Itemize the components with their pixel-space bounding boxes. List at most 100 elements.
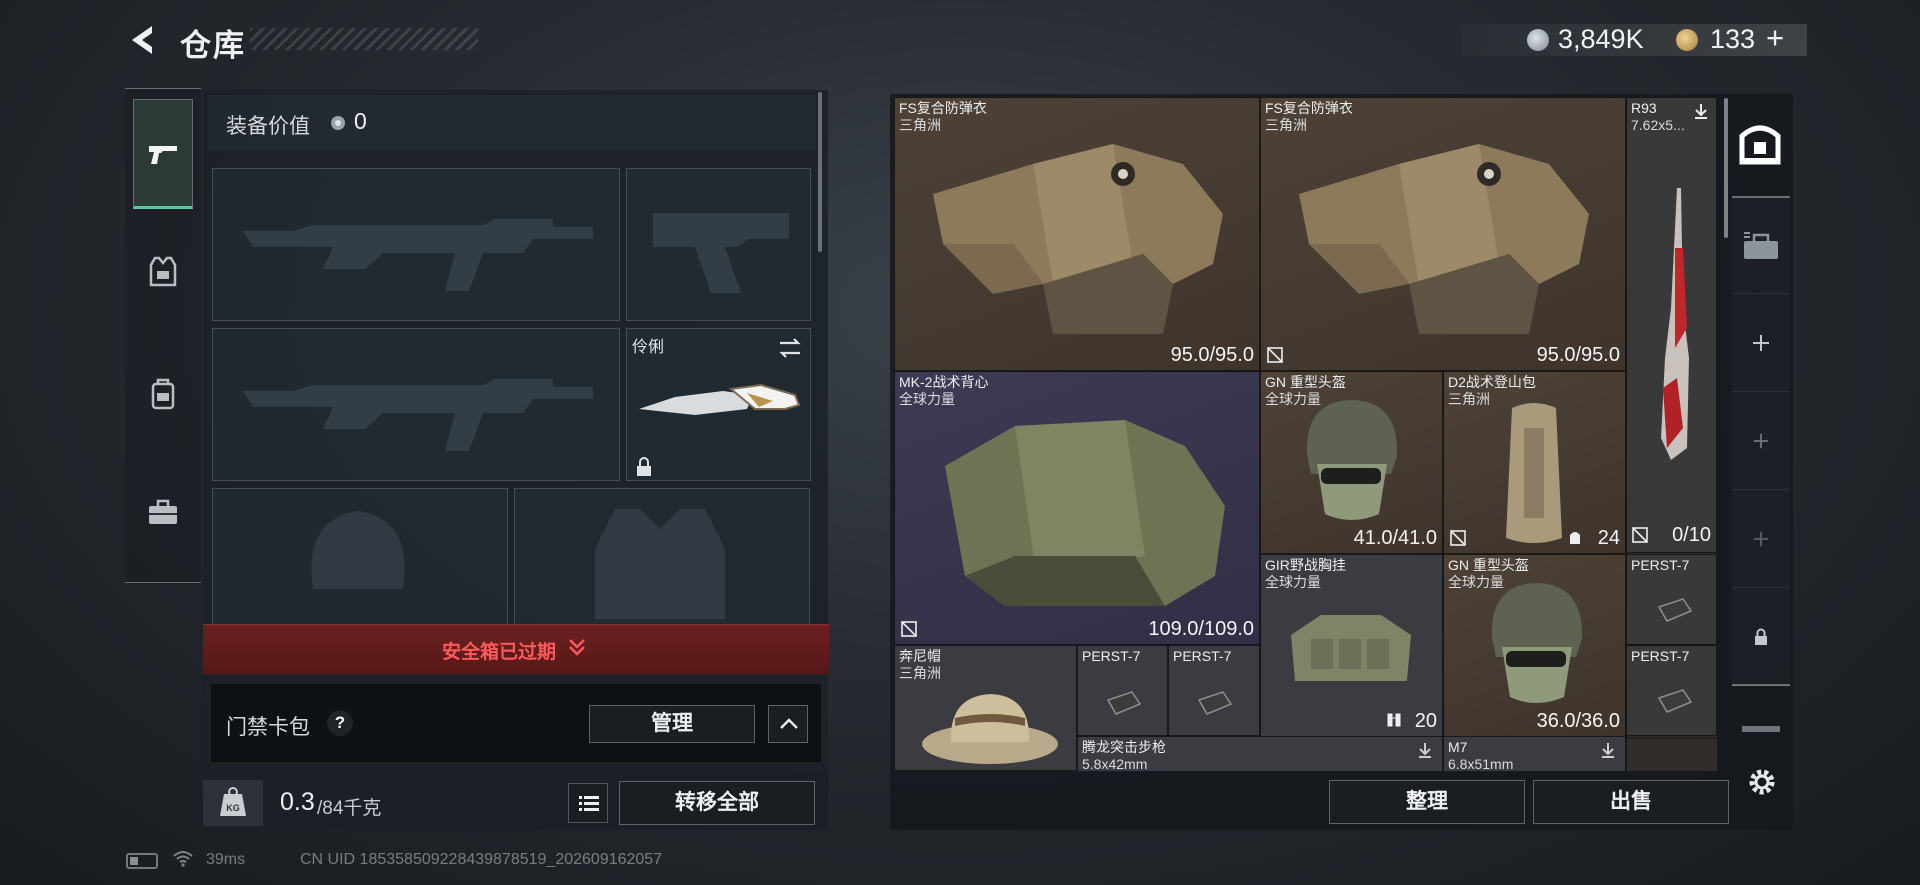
stash-item[interactable]: PERST-7	[1077, 645, 1168, 736]
stash-scrollbar[interactable]	[1724, 98, 1728, 238]
ammo-box-icon	[1657, 598, 1693, 622]
item-name: M7	[1448, 739, 1468, 755]
helmet-icon	[1306, 400, 1398, 520]
item-caliber: 6.8x51mm	[1448, 756, 1514, 771]
wifi-icon	[173, 851, 193, 867]
tab-weapons[interactable]	[133, 99, 193, 209]
helmet-silhouette-icon	[311, 511, 405, 589]
stash-grid: FS复合防弹衣 三角洲 95.0/95.0 FS复合防弹衣 三角洲 95.0/9…	[894, 97, 1717, 771]
item-name: GN 重型头盔	[1265, 374, 1346, 390]
stash-item[interactable]: M7 6.8x51mm	[1443, 736, 1626, 771]
tab-tools[interactable]	[133, 457, 193, 567]
stash-tab-main[interactable]	[1732, 112, 1788, 184]
download-icon[interactable]	[1416, 741, 1434, 759]
weight-current: 0.3	[280, 788, 315, 816]
vest-silhouette-icon	[595, 509, 725, 619]
back-button[interactable]	[126, 22, 160, 58]
item-name: FS复合防弹衣	[1265, 100, 1353, 116]
manage-button[interactable]: 管理	[589, 705, 755, 743]
helmet-icon	[1491, 583, 1583, 703]
sniper-rifle-icon	[1661, 188, 1689, 460]
boonie-hat-icon	[922, 694, 1058, 764]
sell-button[interactable]: 出售	[1533, 780, 1729, 824]
equipment-value-amount: 0	[354, 108, 367, 134]
rifle-silhouette-icon	[243, 379, 593, 451]
stash-item[interactable]: PERST-7	[1626, 645, 1717, 736]
plus-icon	[1753, 334, 1769, 351]
silver-amount: 3,849K	[1558, 24, 1644, 54]
expand-button[interactable]	[768, 705, 808, 743]
help-button[interactable]: ?	[327, 710, 353, 736]
stash-item[interactable]: GN 重型头盔 全球力量 41.0/41.0	[1260, 371, 1443, 554]
expand-icon[interactable]	[1740, 722, 1782, 736]
lock-icon	[637, 457, 651, 476]
sort-button[interactable]: 整理	[1329, 780, 1525, 824]
ammo-box-icon	[1657, 689, 1693, 713]
stash-item[interactable]: GN 重型头盔 全球力量 36.0/36.0	[1443, 554, 1626, 737]
item-name: PERST-7	[1173, 648, 1232, 664]
rifle-silhouette-icon	[243, 219, 593, 291]
category-rail	[125, 88, 201, 583]
add-gold-button[interactable]: +	[1766, 20, 1784, 56]
stash-tab-case[interactable]	[1732, 196, 1790, 294]
item-durability: 41.0/41.0	[1353, 527, 1437, 549]
back-arrow-icon	[132, 26, 152, 54]
tab-armor[interactable]	[133, 217, 193, 327]
item-durability: 95.0/95.0	[1170, 344, 1254, 366]
primary-weapon-slot[interactable]	[212, 168, 620, 321]
add-stash-tab-button[interactable]	[1732, 490, 1790, 588]
weight-icon-box: KG	[203, 780, 263, 826]
transfer-all-button[interactable]: 转移全部	[619, 781, 815, 825]
list-icon	[579, 796, 599, 811]
stash-item[interactable]: 腾龙突击步枪 5.8x42mm	[1077, 736, 1443, 771]
plus-icon	[1753, 433, 1769, 448]
add-stash-tab-button[interactable]	[1732, 392, 1790, 490]
stash-item[interactable]: PERST-7	[1168, 645, 1260, 736]
item-name: GIR野战胸挂	[1265, 557, 1346, 573]
equipment-scrollbar[interactable]	[818, 92, 822, 252]
item-name: PERST-7	[1082, 648, 1141, 664]
capacity-icon	[1387, 713, 1401, 727]
battery-icon	[126, 853, 158, 869]
svg-text:KG: KG	[226, 803, 240, 813]
item-name: PERST-7	[1631, 557, 1690, 573]
stash-item[interactable]: D2战术登山包 三角洲 24	[1443, 371, 1626, 554]
stash-item[interactable]: 奔尼帽 三角洲	[894, 645, 1077, 771]
list-view-button[interactable]	[568, 783, 608, 823]
ammo-box-icon	[1197, 691, 1233, 715]
body-armor-slot[interactable]	[514, 488, 810, 628]
item-name: D2战术登山包	[1448, 374, 1536, 390]
stash-item[interactable]: MK-2战术背心 全球力量 109.0/109.0	[894, 371, 1260, 645]
swap-icon[interactable]	[777, 335, 803, 361]
item-durability: 0/10	[1672, 524, 1711, 546]
stash-item[interactable]: PERST-7	[1626, 554, 1717, 645]
capacity-icon	[1570, 532, 1580, 544]
primary-weapon-slot-2[interactable]	[212, 328, 620, 481]
gear-icon[interactable]	[1744, 764, 1780, 800]
secondary-weapon-slot[interactable]	[626, 168, 811, 321]
lock-icon	[1755, 628, 1767, 645]
silver-coin-icon	[1527, 29, 1549, 51]
stash-item[interactable]: FS复合防弹衣 三角洲 95.0/95.0	[1260, 97, 1626, 371]
stash-item[interactable]: GIR野战胸挂 全球力量 20	[1260, 554, 1443, 737]
stash-item[interactable]: FS复合防弹衣 三角洲 95.0/95.0	[894, 97, 1260, 371]
add-stash-tab-button[interactable]	[1732, 294, 1790, 392]
item-origin: 全球力量	[1265, 574, 1321, 590]
item-name: GN 重型头盔	[1448, 557, 1529, 573]
no-trade-icon	[901, 621, 917, 637]
knife-icon	[639, 383, 801, 415]
item-origin: 三角洲	[899, 665, 941, 681]
download-icon[interactable]	[1692, 102, 1710, 120]
download-icon[interactable]	[1599, 741, 1617, 759]
weight-icon: KG	[220, 787, 246, 816]
tab-backpack[interactable]	[133, 339, 193, 449]
body-armor-icon	[1299, 144, 1589, 334]
locked-stash-tab[interactable]	[1732, 588, 1790, 686]
helmet-slot[interactable]	[212, 488, 508, 628]
melee-weapon-name: 伶俐	[632, 339, 665, 356]
item-capacity: 20	[1414, 710, 1437, 732]
title-decoration	[250, 28, 478, 50]
double-chevron-down-icon	[569, 639, 585, 656]
stash-item[interactable]: R93 7.62x5... 0/10	[1626, 97, 1717, 553]
chest-rig-icon	[1291, 615, 1411, 681]
